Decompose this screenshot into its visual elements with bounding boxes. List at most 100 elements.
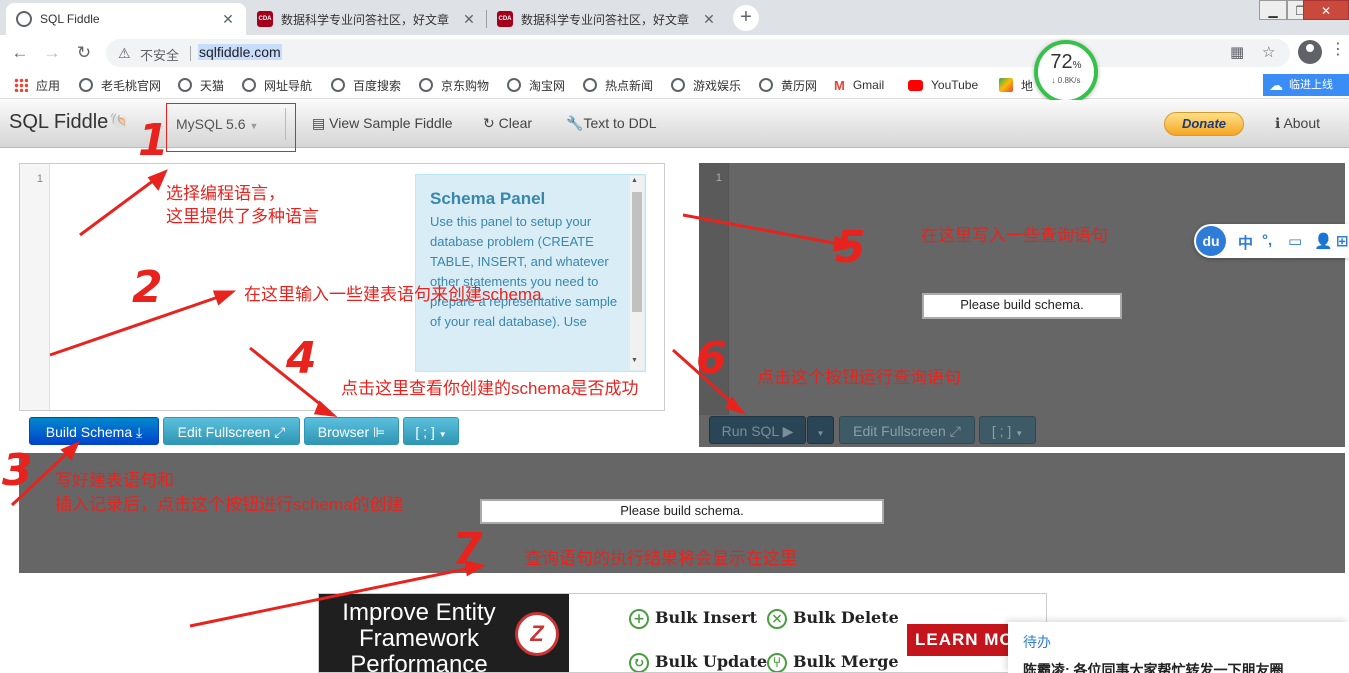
insecure-label[interactable]: 不安全 bbox=[140, 45, 179, 64]
scroll-up-icon[interactable]: ▲ bbox=[631, 177, 638, 184]
globe-icon bbox=[331, 78, 345, 92]
brand-logo[interactable]: SQL Fiddle bbox=[9, 111, 108, 134]
cloud-button-label: 临进上线 bbox=[1289, 79, 1333, 91]
view-sample-fiddle-link[interactable]: ▤ View Sample Fiddle bbox=[312, 115, 453, 132]
globe-icon bbox=[759, 78, 773, 92]
qr-code-icon[interactable]: ▦ bbox=[1230, 43, 1244, 61]
annotation-text-2: 在这里输入一些建表语句来创建schema bbox=[244, 285, 542, 304]
ime-toolbar[interactable]: du 中 °, ▭ 👤 ⊞ bbox=[1194, 224, 1349, 258]
annotation-number-3: 3 bbox=[2, 445, 33, 496]
bookmark-label: 游戏娱乐 bbox=[693, 78, 742, 93]
menu-kebab-icon[interactable]: ⋮ bbox=[1330, 39, 1346, 59]
tab-cda-1[interactable]: CDA 数据科学专业问答社区，好文章 ✕ bbox=[247, 3, 487, 35]
bookmark-label: 热点新闻 bbox=[605, 78, 654, 93]
tree-icon: ⊫ bbox=[373, 424, 386, 440]
bookmark-label: 网址导航 bbox=[264, 78, 313, 93]
edit-fullscreen-right-button[interactable]: Edit Fullscreen ⤢ bbox=[839, 416, 975, 444]
tab-sql-fiddle[interactable]: SQL Fiddle ✕ bbox=[6, 3, 246, 35]
keyboard-icon[interactable]: ▭ bbox=[1288, 232, 1302, 250]
bookmark-apps[interactable]: 应用 bbox=[14, 76, 60, 94]
profile-avatar-icon[interactable] bbox=[1298, 40, 1322, 64]
ad-item-bulk-update: ↻ Bulk Update bbox=[629, 652, 767, 672]
baidu-ime-logo-icon[interactable]: du bbox=[1196, 226, 1226, 256]
schema-panel-title: Schema Panel bbox=[430, 189, 546, 208]
minimize-button[interactable]: ▁ bbox=[1259, 0, 1287, 20]
bookmark-item[interactable]: 淘宝网 bbox=[507, 76, 565, 94]
scroll-down-icon[interactable]: ▼ bbox=[631, 357, 638, 364]
new-tab-button[interactable]: + bbox=[733, 5, 759, 31]
bookmark-item[interactable]: 京东购物 bbox=[419, 76, 489, 94]
speed-percent: 72% bbox=[1050, 51, 1082, 73]
donate-button[interactable]: Donate bbox=[1164, 112, 1244, 136]
text-to-ddl-link[interactable]: 🔧Text to DDL bbox=[566, 115, 657, 132]
refresh-circle-icon: ↻ bbox=[629, 652, 649, 672]
bookmark-item[interactable]: 黄历网 bbox=[759, 76, 817, 94]
tab-cda-2[interactable]: CDA 数据科学专业问答社区，好文章 ✕ bbox=[487, 3, 727, 35]
bookmark-item[interactable]: 热点新闻 bbox=[583, 76, 653, 94]
warning-icon[interactable]: ⚠ bbox=[118, 45, 131, 62]
annotation-number-7: 7 bbox=[452, 524, 483, 575]
build-schema-button[interactable]: Build Schema ⤓ bbox=[29, 417, 159, 445]
user-icon[interactable]: 👤 bbox=[1314, 232, 1333, 250]
bookmark-youtube[interactable]: YouTube bbox=[908, 76, 978, 94]
address-bar[interactable]: ⚠ 不安全 sqlfiddle.com ▦ ☆ bbox=[106, 39, 1290, 67]
globe-icon bbox=[16, 11, 32, 27]
run-sql-dropdown[interactable]: ▼ bbox=[807, 416, 834, 444]
caret-down-icon: ▼ bbox=[816, 429, 825, 438]
ad-logo-icon: Z bbox=[515, 612, 559, 656]
annotation-text-1b: 这里提供了多种语言 bbox=[166, 207, 319, 226]
annotation-number-1: 1 bbox=[138, 115, 169, 166]
play-icon: ▶ bbox=[782, 423, 794, 439]
cloud-upload-button[interactable]: ☁ 临进上线 bbox=[1263, 74, 1349, 96]
caret-down-icon: ▼ bbox=[1015, 429, 1024, 438]
bookmarks-bar: 应用 老毛桃官网 天猫 网址导航 百度搜索 京东购物 淘宝网 热点新闻 游戏娱乐… bbox=[0, 71, 1349, 99]
advertisement-banner[interactable]: Improve Entity Framework Performance Z +… bbox=[318, 593, 1047, 673]
terminator-right-dropdown[interactable]: [ ; ] ▼ bbox=[979, 416, 1036, 444]
notification-text: 陈霸凌: 各位同事大家帮忙转发一下朋友圈 bbox=[1023, 662, 1284, 673]
reload-icon[interactable]: ↻ bbox=[72, 41, 96, 65]
query-editor[interactable]: 1 Please build schema. Run SQL ▶ ▼ Edit … bbox=[699, 163, 1345, 447]
star-icon[interactable]: ☆ bbox=[1262, 43, 1275, 61]
back-arrow-icon[interactable]: ← bbox=[8, 41, 32, 65]
schema-panel-body: Use this panel to setup your database pr… bbox=[430, 214, 618, 329]
forward-arrow-icon[interactable]: → bbox=[40, 41, 64, 65]
chinese-mode-icon[interactable]: 中 bbox=[1238, 232, 1253, 253]
tab-strip: SQL Fiddle ✕ CDA 数据科学专业问答社区，好文章 ✕ CDA 数据… bbox=[0, 0, 1349, 35]
bookmark-gmail[interactable]: M Gmail bbox=[834, 76, 884, 94]
button-label: Edit Fullscreen bbox=[177, 424, 271, 440]
results-please-build: Please build schema. bbox=[480, 499, 884, 524]
globe-icon bbox=[242, 78, 256, 92]
browser-button[interactable]: Browser ⊫ bbox=[304, 417, 399, 445]
bookmark-item[interactable]: 百度搜索 bbox=[331, 76, 401, 94]
punctuation-icon[interactable]: °, bbox=[1262, 232, 1272, 249]
nav-label: Text to DDL bbox=[583, 115, 657, 131]
bookmark-label: 淘宝网 bbox=[529, 78, 566, 93]
bookmark-label: 地 bbox=[1021, 78, 1034, 93]
annotation-text-6: 点击这个按钮运行查询语句 bbox=[757, 368, 961, 387]
bookmark-item[interactable]: 游戏娱乐 bbox=[671, 76, 741, 94]
bookmark-maps[interactable]: 地 bbox=[999, 76, 1033, 94]
network-speed-widget[interactable]: 72% ↓ 0.8K/s bbox=[1034, 40, 1098, 104]
annotation-text-3b: 插入记录后，点击这个按钮进行schema的创建 bbox=[55, 495, 404, 514]
notification-popup[interactable]: 待办 陈霸凌: 各位同事大家帮忙转发一下朋友圈 bbox=[1008, 622, 1349, 673]
bookmark-item[interactable]: 老毛桃官网 bbox=[79, 76, 161, 94]
bookmark-item[interactable]: 网址导航 bbox=[242, 76, 312, 94]
terminator-dropdown[interactable]: [ ; ] ▼ bbox=[403, 417, 459, 445]
scrollbar-thumb[interactable] bbox=[632, 192, 642, 312]
bookmark-label: 京东购物 bbox=[441, 78, 490, 93]
browser-toolbar: ← → ↻ ⚠ 不安全 sqlfiddle.com ▦ ☆ ⋮ bbox=[0, 35, 1349, 71]
run-sql-button[interactable]: Run SQL ▶ bbox=[709, 416, 806, 444]
close-icon[interactable]: ✕ bbox=[701, 11, 717, 28]
window-close-button[interactable]: ✕ bbox=[1303, 0, 1349, 20]
clear-link[interactable]: ↻ Clear bbox=[483, 115, 532, 132]
close-icon[interactable]: ✕ bbox=[461, 11, 477, 28]
x-circle-icon: × bbox=[767, 608, 787, 629]
about-link[interactable]: ℹ About bbox=[1275, 115, 1320, 132]
url-text[interactable]: sqlfiddle.com bbox=[198, 44, 282, 60]
edit-fullscreen-button[interactable]: Edit Fullscreen ⤢ bbox=[163, 417, 300, 445]
list-icon: ▤ bbox=[312, 115, 330, 131]
bookmark-item[interactable]: 天猫 bbox=[178, 76, 224, 94]
close-icon[interactable]: ✕ bbox=[220, 11, 236, 28]
annotation-text-4: 点击这里查看你创建的schema是否成功 bbox=[341, 379, 639, 398]
grid-icon[interactable]: ⊞ bbox=[1336, 232, 1349, 250]
